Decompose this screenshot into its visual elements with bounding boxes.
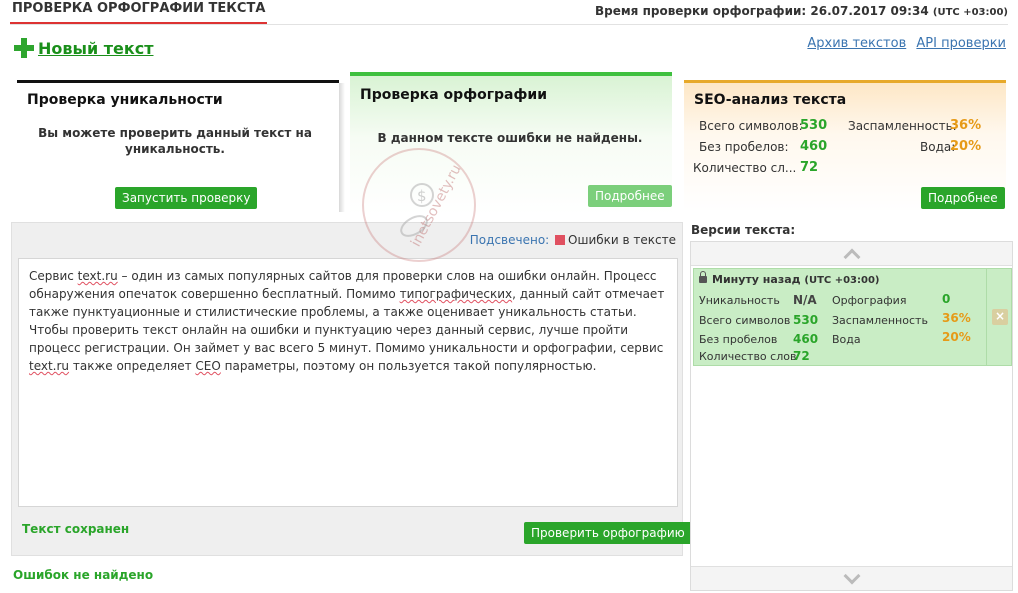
- scroll-down-button[interactable]: [691, 566, 1012, 590]
- page-title: ПРОВЕРКА ОРФОГРАФИИ ТЕКСТА: [10, 0, 268, 24]
- seo-details-button[interactable]: Подробнее: [921, 187, 1005, 209]
- flagged-word[interactable]: типографических: [400, 287, 513, 301]
- spelling-title: Проверка орфографии: [360, 87, 547, 103]
- versions-panel: Минуту назад (UTC +03:00) Уникальность N…: [690, 241, 1013, 591]
- text-segment: Чтобы проверить текст онлайн на ошибки и…: [29, 323, 664, 355]
- version-words: 72: [793, 349, 810, 363]
- versions-title: Версии текста:: [691, 223, 796, 237]
- seo-card: SEO-анализ текста Всего символов: 530 За…: [684, 80, 1006, 212]
- text-editor[interactable]: Сервис text.ru – один из самых популярны…: [18, 258, 678, 507]
- version-uniq: N/A: [793, 293, 817, 307]
- start-check-button[interactable]: Запустить проверку: [115, 187, 258, 209]
- version-tz: (UTC +03:00): [804, 275, 880, 286]
- seo-title: SEO-анализ текста: [694, 92, 847, 108]
- text-segment: также определяет: [69, 359, 196, 373]
- version-spam: 36%: [942, 311, 971, 325]
- version-uniq-label: Уникальность: [699, 294, 780, 307]
- new-text-button[interactable]: Новый текст: [14, 38, 154, 58]
- version-spell: 0: [942, 292, 951, 306]
- version-total-label: Всего символов: [699, 314, 791, 327]
- saved-status: Текст сохранен: [22, 522, 130, 536]
- check-time: Время проверки орфографии: 26.07.2017 09…: [595, 4, 1008, 18]
- version-nospace: 460: [793, 332, 819, 346]
- seo-spam-label: Заспамленность:: [848, 119, 957, 133]
- text-paragraph: Сервис text.ru – один из самых популярны…: [29, 267, 667, 321]
- check-spelling-button[interactable]: Проверить орфографию: [524, 522, 692, 544]
- chevron-down-icon: [843, 567, 860, 584]
- text-paragraph: Чтобы проверить текст онлайн на ошибки и…: [29, 321, 667, 375]
- seo-no-spaces: 460: [800, 139, 828, 154]
- close-icon: ×: [994, 309, 1006, 323]
- spelling-card: Проверка орфографии В данном тексте ошиб…: [350, 72, 672, 214]
- no-errors-status: Ошибок не найдено: [13, 568, 154, 582]
- chevron-up-icon: [843, 248, 860, 265]
- new-text-label: Новый текст: [38, 38, 154, 58]
- seo-total-chars-label: Всего символов:: [699, 119, 803, 133]
- lock-icon: [699, 271, 707, 283]
- seo-water: 20%: [950, 139, 982, 154]
- top-links: Архив текстов API проверки: [801, 36, 1006, 51]
- scroll-up-button[interactable]: [691, 242, 1012, 266]
- highlight-label[interactable]: Подсвечено:: [470, 233, 549, 247]
- seo-total-chars: 530: [800, 118, 828, 133]
- check-time-label: Время проверки орфографии: 26.07.2017 09…: [595, 4, 929, 18]
- version-nospace-label: Без пробелов: [699, 333, 778, 346]
- seo-words: 72: [800, 160, 819, 175]
- check-time-tz: (UTC +03:00): [932, 7, 1008, 18]
- seo-no-spaces-label: Без пробелов:: [699, 140, 789, 154]
- version-actions: ×: [987, 268, 1012, 366]
- flagged-word[interactable]: СЕО: [195, 359, 220, 373]
- uniqueness-title: Проверка уникальности: [27, 92, 223, 108]
- text-segment: параметры, поэтому он пользуется такой п…: [220, 359, 597, 373]
- flagged-word[interactable]: text.ru: [29, 359, 69, 373]
- flagged-word[interactable]: text.ru: [78, 269, 118, 283]
- version-water: 20%: [942, 330, 971, 344]
- uniqueness-card: Проверка уникальности Вы можете проверит…: [17, 80, 345, 212]
- editor-panel: Подсвечено: Ошибки в тексте Сервис text.…: [11, 222, 692, 556]
- version-spell-label: Орфография: [832, 294, 907, 307]
- seo-words-label: Количество сл...: [693, 161, 797, 175]
- text-segment: Сервис: [29, 269, 78, 283]
- seo-spam: 36%: [950, 118, 982, 133]
- plus-icon: [14, 38, 34, 58]
- version-water-label: Вода: [832, 333, 861, 346]
- spelling-details-button[interactable]: Подробнее: [588, 185, 672, 207]
- version-spam-label: Заспамленность: [832, 314, 928, 327]
- api-link[interactable]: API проверки: [916, 36, 1006, 51]
- version-total: 530: [793, 313, 819, 327]
- version-time-label: Минуту назад: [712, 273, 801, 286]
- archive-link[interactable]: Архив текстов: [807, 36, 906, 51]
- uniqueness-text: Вы можете проверить данный текст на уник…: [38, 126, 312, 156]
- delete-version-button[interactable]: ×: [992, 309, 1008, 325]
- spelling-text: В данном тексте ошибки не найдены.: [377, 131, 643, 145]
- version-words-label: Количество слов: [699, 350, 797, 363]
- error-marker-icon: [555, 235, 566, 245]
- highlight-legend: Подсвечено: Ошибки в тексте: [470, 233, 676, 247]
- version-item[interactable]: Минуту назад (UTC +03:00) Уникальность N…: [693, 268, 987, 366]
- version-time: Минуту назад (UTC +03:00): [699, 271, 880, 286]
- highlight-value[interactable]: Ошибки в тексте: [568, 233, 676, 247]
- header-divider: [10, 24, 1008, 25]
